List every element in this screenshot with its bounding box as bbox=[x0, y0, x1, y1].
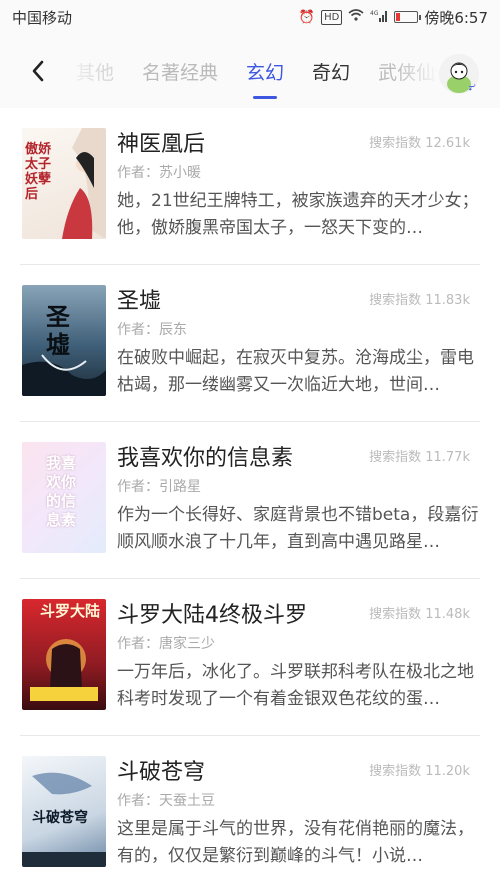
book-cover: 傲娇太子妖孽后 bbox=[22, 128, 106, 239]
avatar[interactable]: ⇄ bbox=[439, 54, 479, 94]
book-description: 在破败中崛起，在寂灭中复苏。沧海成尘，雷电枯竭，那一缕幽雾又一次临近大地，世间… bbox=[117, 348, 474, 395]
alarm-icon: ⏰ bbox=[298, 9, 316, 25]
book-cover: 我喜欢你的信息素 bbox=[22, 442, 106, 553]
tab-classics[interactable]: 名著经典 bbox=[128, 58, 232, 85]
book-description: 作为一个长得好、家庭背景也不错beta，段嘉衍顺风顺水浪了十几年，直到高中遇见路… bbox=[117, 505, 479, 552]
book-title: 斗罗大陆4终极斗罗 bbox=[117, 603, 307, 628]
svg-text:4G: 4G bbox=[370, 10, 379, 17]
battery-icon bbox=[394, 11, 422, 23]
list-item[interactable]: 傲娇太子妖孽后 神医凰后 搜索指数 12.61k 作者：苏小暖 她，21世纪王牌… bbox=[0, 108, 500, 265]
book-author: 作者：苏小暖 bbox=[117, 165, 201, 181]
status-icons: ⏰ HD 4G 傍晚6:57 bbox=[299, 7, 488, 28]
cover-title: 斗罗大陆 bbox=[40, 602, 101, 620]
list-item[interactable]: 我喜欢你的信息素 我喜欢你的信息素 搜索指数 11.77k 作者：引路星 作为一… bbox=[0, 422, 500, 579]
book-description: 一万年后，冰化了。斗罗联邦科考队在极北之地科考时发现了一个有着金银双色花纹的蛋… bbox=[117, 662, 474, 709]
book-title: 我喜欢你的信息素 bbox=[117, 446, 294, 471]
active-tab-indicator bbox=[253, 95, 278, 99]
cover-title: 傲娇太子妖孽后 bbox=[25, 142, 52, 202]
book-author: 作者：天蚕土豆 bbox=[117, 793, 215, 809]
book-author: 作者：引路星 bbox=[117, 479, 201, 495]
book-cover: 圣墟 bbox=[22, 285, 106, 396]
category-nav: 其他 名著经典 玄幻 奇幻 武侠仙侠 ⇄ bbox=[0, 34, 500, 108]
search-index: 搜索指数 12.61k bbox=[369, 136, 470, 151]
book-cover: 斗罗大陆 bbox=[22, 599, 106, 710]
book-title: 圣墟 bbox=[117, 289, 162, 314]
book-description: 她，21世纪王牌特工，被家族遗弃的天才少女；他，傲娇腹黑帝国太子，一怒天下变的… bbox=[117, 191, 479, 238]
chevron-left-icon bbox=[32, 60, 44, 82]
back-button[interactable] bbox=[24, 56, 52, 86]
clock-label: 傍晚6:57 bbox=[424, 8, 488, 27]
book-cover: 斗破苍穹 bbox=[22, 756, 106, 867]
book-description: 这里是属于斗气的世界，没有花俏艳丽的魔法，有的，仅仅是繁衍到巅峰的斗气！小说… bbox=[117, 819, 474, 866]
cover-title: 我喜欢你的信息素 bbox=[46, 454, 77, 529]
search-index: 搜索指数 11.48k bbox=[369, 607, 470, 622]
book-title: 神医凰后 bbox=[117, 132, 206, 157]
hd-icon: HD bbox=[321, 9, 343, 25]
category-tabs: 其他 名著经典 玄幻 奇幻 武侠仙侠 bbox=[62, 34, 437, 108]
tab-xuanhuan[interactable]: 玄幻 bbox=[232, 58, 298, 99]
wifi-icon bbox=[348, 9, 364, 25]
signal-icon: 4G bbox=[370, 9, 388, 26]
list-item[interactable]: 斗罗大陆 斗罗大陆4终极斗罗 搜索指数 11.48k 作者：唐家三少 一万年后，… bbox=[0, 579, 500, 736]
tabs-fade-left bbox=[62, 34, 102, 108]
search-index: 搜索指数 11.77k bbox=[369, 450, 470, 465]
search-index: 搜索指数 11.20k bbox=[369, 764, 470, 779]
book-title: 斗破苍穹 bbox=[117, 760, 206, 785]
list-item[interactable]: 斗破苍穹 斗破苍穹 搜索指数 11.20k 作者：天蚕土豆 这里是属于斗气的世界… bbox=[0, 736, 500, 893]
search-index: 搜索指数 11.83k bbox=[369, 293, 470, 308]
carrier-label: 中国移动 bbox=[12, 8, 73, 27]
cover-title: 斗破苍穹 bbox=[32, 810, 88, 826]
cover-title: 圣墟 bbox=[46, 302, 70, 359]
tab-fantasy[interactable]: 奇幻 bbox=[298, 58, 364, 85]
book-author: 作者：唐家三少 bbox=[117, 636, 215, 652]
book-author: 作者：辰东 bbox=[117, 322, 187, 338]
book-list: 傲娇太子妖孽后 神医凰后 搜索指数 12.61k 作者：苏小暖 她，21世纪王牌… bbox=[0, 108, 500, 893]
switch-icon: ⇄ bbox=[468, 83, 477, 94]
status-bar: 中国移动 ⏰ HD 4G 傍晚6:57 bbox=[0, 0, 500, 34]
tabs-fade-right bbox=[395, 34, 440, 108]
list-item[interactable]: 圣墟 圣墟 搜索指数 11.83k 作者：辰东 在破败中崛起，在寂灭中复苏。沧海… bbox=[0, 265, 500, 422]
